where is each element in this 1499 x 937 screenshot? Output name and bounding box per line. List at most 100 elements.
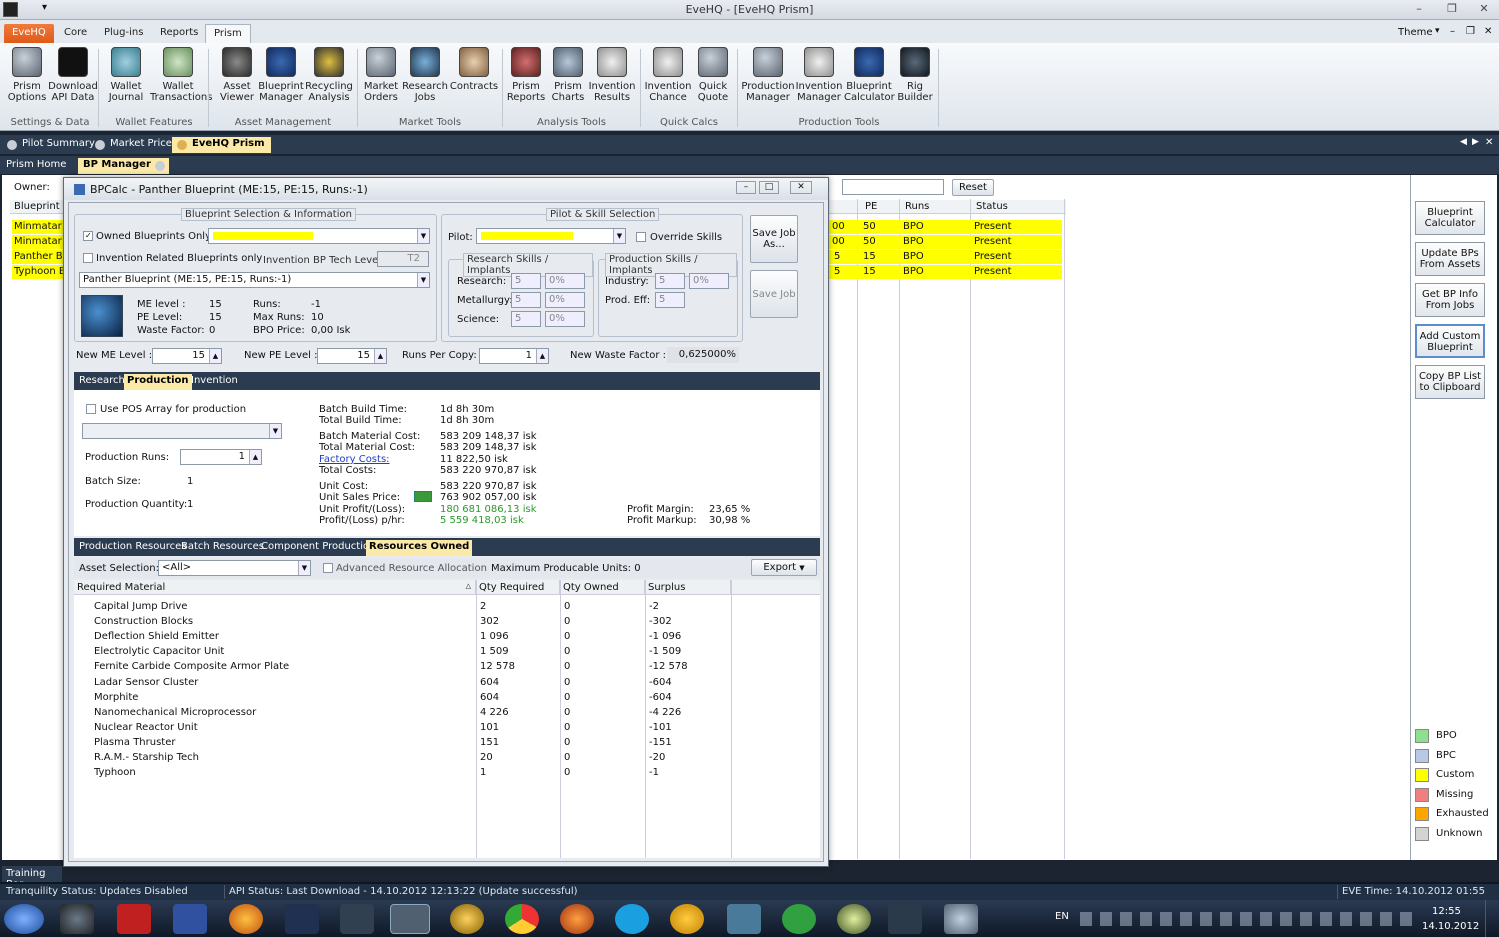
clock-time[interactable]: 12:55 <box>1432 906 1461 917</box>
show-desktop-button[interactable] <box>1485 900 1499 937</box>
col-qty-owned[interactable]: Qty Owned <box>560 580 645 595</box>
runs-per-copy-input[interactable]: 1 ▲ <box>479 348 549 364</box>
tab-prism-home[interactable]: Prism Home <box>0 158 72 174</box>
col-runs[interactable]: Runs <box>905 201 929 212</box>
tech-level-select[interactable]: T2 <box>377 251 429 267</box>
table-row[interactable]: Plasma Thruster 151 0 -151 <box>74 735 820 750</box>
metallurgy-skill-input[interactable]: 5 <box>511 292 541 308</box>
prod-eff-skill-input[interactable]: 5 <box>655 292 685 308</box>
asset-selection-select[interactable]: <All> ▼ <box>158 560 311 576</box>
update-bps-button[interactable]: Update BPs From Assets <box>1415 242 1485 276</box>
export-button[interactable]: Export ▼ <box>751 559 817 576</box>
filezilla-icon[interactable] <box>117 904 151 934</box>
skype-icon[interactable] <box>615 904 649 934</box>
wallet-journal-button[interactable]: Wallet Journal <box>101 47 151 103</box>
table-row[interactable]: Nuclear Reactor Unit 101 0 -101 <box>74 720 820 735</box>
invention-results-button[interactable]: Invention Results <box>587 47 637 103</box>
override-skills-checkbox[interactable] <box>636 232 646 242</box>
col-status[interactable]: Status <box>976 201 1008 212</box>
mdi-close-icon[interactable]: ✕ <box>1484 26 1492 37</box>
asset-viewer-button[interactable]: Asset Viewer <box>212 47 262 103</box>
col-pe[interactable]: PE <box>865 201 877 212</box>
copy-bp-list-button[interactable]: Copy BP List to Clipboard <box>1415 365 1485 399</box>
tab-prism[interactable]: Prism <box>205 24 251 43</box>
minimize-button[interactable]: – <box>1410 2 1428 16</box>
tab-resources-owned[interactable]: Resources Owned <box>366 540 473 556</box>
blueprint-manager-button[interactable]: Blueprint Manager <box>256 47 306 103</box>
restore-button[interactable]: ❐ <box>1443 2 1461 16</box>
scroll-right-icon[interactable]: ▶ <box>1472 137 1479 147</box>
contracts-button[interactable]: Contracts <box>449 47 499 92</box>
app-icon[interactable] <box>229 904 263 934</box>
tab-plugins[interactable]: Plug-ins <box>96 24 151 43</box>
start-button[interactable] <box>4 904 44 934</box>
new-me-input[interactable]: 15 ▲ <box>152 348 222 364</box>
minimize-icon[interactable]: – <box>736 181 756 194</box>
scroll-left-icon[interactable]: ◀ <box>1460 137 1467 147</box>
col-surplus[interactable]: Surplus <box>645 580 731 595</box>
add-custom-blueprint-button[interactable]: Add Custom Blueprint <box>1415 324 1485 358</box>
reset-button[interactable]: Reset <box>952 179 994 196</box>
quick-quote-button[interactable]: Quick Quote <box>688 47 738 103</box>
blueprint-calculator-side-button[interactable]: Blueprint Calculator <box>1415 201 1485 235</box>
owned-only-checkbox[interactable]: ✓ <box>83 231 93 241</box>
production-runs-input[interactable]: 1 ▲ <box>180 449 262 465</box>
tab-evehq[interactable]: EveHQ <box>4 24 54 43</box>
chevron-down-icon[interactable]: ▾ <box>1435 26 1440 36</box>
table-row[interactable]: Morphite 604 0 -604 <box>74 690 820 705</box>
evehq-icon[interactable] <box>390 904 430 934</box>
tab-core[interactable]: Core <box>56 24 95 43</box>
blueprint-select[interactable]: Panther Blueprint (ME:15, PE:15, Runs:-1… <box>79 272 430 288</box>
price-icon[interactable] <box>414 491 432 502</box>
blueprint-calculator-button[interactable]: Blueprint Calculator <box>844 47 895 103</box>
science-skill-input[interactable]: 5 <box>511 311 541 327</box>
close-icon[interactable] <box>177 140 187 150</box>
table-row[interactable]: Fernite Carbide Composite Armor Plate 12 … <box>74 659 820 674</box>
training-bar[interactable]: Training Bar <box>2 866 62 890</box>
close-icon[interactable] <box>95 140 105 150</box>
firefox-icon[interactable] <box>560 904 594 934</box>
prism-charts-button[interactable]: Prism Charts <box>543 47 593 103</box>
theme-menu[interactable]: Theme <box>1398 27 1433 38</box>
pos-array-select[interactable]: ▼ <box>82 423 282 439</box>
metallurgy-implant-input[interactable]: 0% <box>545 292 585 308</box>
tab-invention[interactable]: Invention <box>188 374 241 390</box>
tab-market-prices[interactable]: Market Prices <box>90 137 183 153</box>
research-jobs-button[interactable]: Research Jobs <box>400 47 450 103</box>
tab-pilot-summary[interactable]: Pilot Summary <box>2 137 101 153</box>
save-job-as-button[interactable]: Save Job As... <box>750 215 798 263</box>
clock-date[interactable]: 14.10.2012 <box>1422 921 1479 932</box>
evemon-icon[interactable] <box>285 904 319 934</box>
tab-evehq-prism[interactable]: EveHQ Prism <box>172 137 271 153</box>
use-pos-checkbox[interactable] <box>86 404 96 414</box>
rig-builder-button[interactable]: Rig Builder <box>890 47 940 103</box>
tab-component-production[interactable]: Component Production <box>258 540 378 556</box>
invention-manager-button[interactable]: Invention Manager <box>794 47 844 103</box>
market-orders-button[interactable]: Market Orders <box>356 47 406 103</box>
language-indicator[interactable]: EN <box>1055 911 1069 922</box>
close-icon[interactable] <box>154 161 165 171</box>
wallet-transactions-button[interactable]: Wallet Transactions <box>150 47 212 103</box>
paint-icon[interactable] <box>944 904 978 934</box>
save-job-button[interactable]: Save Job <box>750 270 798 318</box>
industry-implant-input[interactable]: 0% <box>689 273 729 289</box>
table-row[interactable]: Deflection Shield Emitter 1 096 0 -1 096 <box>74 629 820 644</box>
tab-production-resources[interactable]: Production Resources <box>76 540 189 556</box>
table-row[interactable]: Nanomechanical Microprocessor 4 226 0 -4 22… <box>74 705 820 720</box>
table-row[interactable]: Ladar Sensor Cluster 604 0 -604 <box>74 675 820 690</box>
mdi-minimize-icon[interactable]: – <box>1450 26 1455 37</box>
save-icon[interactable] <box>173 904 207 934</box>
industry-skill-input[interactable]: 5 <box>655 273 685 289</box>
filter-input[interactable] <box>842 179 944 195</box>
col-qty-required[interactable]: Qty Required <box>476 580 560 595</box>
close-icon[interactable] <box>7 140 17 150</box>
close-button[interactable]: ✕ <box>1475 2 1493 16</box>
utorrent-icon[interactable] <box>782 904 816 934</box>
avast-icon[interactable] <box>670 904 704 934</box>
science-implant-input[interactable]: 0% <box>545 311 585 327</box>
owner-select[interactable]: ▼ <box>208 228 430 244</box>
new-pe-input[interactable]: 15 ▲ <box>317 348 387 364</box>
eve-icon[interactable] <box>888 904 922 934</box>
research-skill-input[interactable]: 5 <box>511 273 541 289</box>
pilot-select[interactable]: ▼ <box>476 228 626 244</box>
